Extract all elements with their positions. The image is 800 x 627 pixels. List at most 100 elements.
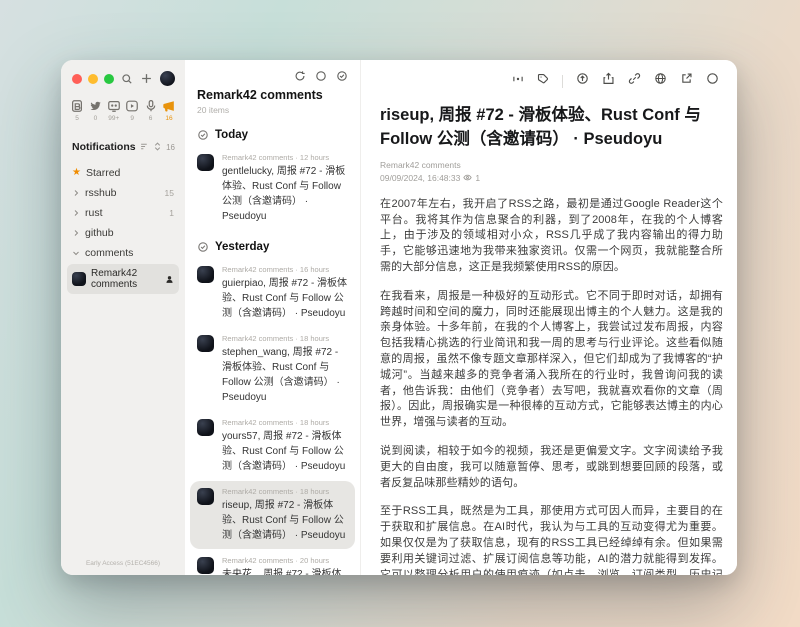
sidebar-folder-comments[interactable]: comments xyxy=(67,243,179,263)
minimize-window-button[interactable] xyxy=(88,74,98,84)
entry-list-item[interactable]: Remark42 comments · 16 hours guierpiao, … xyxy=(190,259,355,327)
mark-read-circle-icon[interactable] xyxy=(706,72,719,90)
entry-title: riseup, 周报 #72 - 滑板体验、Rust Conf 与 Follow… xyxy=(222,498,348,543)
add-subscription-icon[interactable] xyxy=(140,72,153,85)
tab-social[interactable]: 0 xyxy=(88,99,102,122)
article-meta: 09/09/2024, 16:48:33 1 xyxy=(380,173,723,184)
folder-label: rust xyxy=(85,207,103,219)
sidebar-folder-rsshub[interactable]: rsshub 15 xyxy=(67,183,179,203)
refresh-icon[interactable] xyxy=(294,69,306,87)
entry-feed-avatar xyxy=(197,419,214,436)
mark-all-read-icon[interactable] xyxy=(336,69,348,87)
entry-title: yours57, 周报 #72 - 滑板体验、Rust Conf 与 Follo… xyxy=(222,429,348,474)
sidebar-folder-rust[interactable]: rust 1 xyxy=(67,203,179,223)
entry-feed-avatar xyxy=(197,557,214,574)
tab-count: 0 xyxy=(94,115,98,122)
toolbar-divider xyxy=(562,75,563,88)
chevron-right-icon[interactable] xyxy=(72,229,80,237)
user-avatar[interactable] xyxy=(160,71,175,86)
unread-only-icon[interactable] xyxy=(315,69,327,87)
entry-title: guierpiao, 周报 #72 - 滑板体验、Rust Conf 与 Fol… xyxy=(222,276,348,321)
tab-audio[interactable]: 6 xyxy=(144,99,158,122)
close-window-button[interactable] xyxy=(72,74,82,84)
search-icon[interactable] xyxy=(121,73,133,85)
folder-label: comments xyxy=(85,247,133,259)
sidebar: 5 0 99+ 9 6 16 Notifi xyxy=(61,60,185,575)
tab-videos[interactable]: 9 xyxy=(125,99,139,122)
sort-icon[interactable] xyxy=(140,138,149,156)
window-titlebar xyxy=(61,60,185,86)
copy-link-icon[interactable] xyxy=(628,72,641,90)
tab-count: 5 xyxy=(75,115,79,122)
entry-list-column: Remark42 comments 20 items Today Remark4… xyxy=(185,60,361,575)
eye-icon xyxy=(463,173,472,184)
tab-count: 9 xyxy=(130,115,134,122)
entry-feed-avatar xyxy=(197,488,214,505)
focus-mode-icon[interactable] xyxy=(512,72,524,90)
article: riseup, 周报 #72 - 滑板体验、Rust Conf 与 Follow… xyxy=(361,90,737,575)
view-tabs: 5 0 99+ 9 6 16 xyxy=(61,86,185,122)
section-check-circle-icon[interactable] xyxy=(197,241,209,253)
entry-list-title: Remark42 comments xyxy=(197,88,348,102)
reader-pane: riseup, 周报 #72 - 滑板体验、Rust Conf 与 Follow… xyxy=(361,60,737,575)
article-paragraph: 至于RSS工具，既然是为工具，那使用方式可因人而异，主要目的在于获取和扩展信息。… xyxy=(380,504,723,575)
tab-notifications[interactable]: 16 xyxy=(162,99,176,122)
section-check-circle-icon[interactable] xyxy=(197,129,209,141)
entry-title: gentlelucky, 周报 #72 - 滑板体验、Rust Conf 与 F… xyxy=(222,164,348,224)
entry-list-item[interactable]: Remark42 comments · 12 hours gentlelucky… xyxy=(190,147,355,230)
sidebar-feed-remark42[interactable]: Remark42 comments xyxy=(67,264,179,294)
entry-list-item[interactable]: Remark42 comments · 18 hours riseup, 周报 … xyxy=(190,481,355,549)
article-paragraph: 说到阅读，相较于如今的视频，我还是更偏爱文字。文字阅读给予我更大的自由度，我可以… xyxy=(380,444,723,491)
article-date: 09/09/2024, 16:48:33 xyxy=(380,173,460,183)
reader-toolbar xyxy=(361,60,737,90)
unread-total: 16 xyxy=(166,143,175,152)
folder-count: 1 xyxy=(169,208,174,218)
feed-avatar xyxy=(72,272,86,286)
entry-meta: Remark42 comments · 18 hours xyxy=(222,334,348,343)
zoom-window-button[interactable] xyxy=(104,74,114,84)
entry-list-item[interactable]: Remark42 comments · 18 hours stephen_wan… xyxy=(190,328,355,411)
share-icon[interactable] xyxy=(602,72,615,90)
feed-label: Remark42 comments xyxy=(91,268,160,290)
chevron-right-icon[interactable] xyxy=(72,209,80,217)
entry-title: stephen_wang, 周报 #72 - 滑板体验、Rust Conf 与 … xyxy=(222,345,348,405)
feed-owner-icon xyxy=(165,275,174,284)
article-title: riseup, 周报 #72 - 滑板体验、Rust Conf 与 Follow… xyxy=(380,104,723,152)
tab-count: 99+ xyxy=(108,115,119,122)
entry-feed-avatar xyxy=(197,335,214,352)
chevron-down-icon[interactable] xyxy=(72,249,80,257)
chevron-right-icon[interactable] xyxy=(72,189,80,197)
app-window: 5 0 99+ 9 6 16 Notifi xyxy=(61,60,737,575)
tab-count: 6 xyxy=(149,115,153,122)
open-in-browser-icon[interactable] xyxy=(654,72,667,90)
sidebar-section-header: Notifications 16 xyxy=(61,122,185,163)
notifications-megaphone-icon xyxy=(162,99,176,113)
entry-meta: Remark42 comments · 18 hours xyxy=(222,487,348,496)
sidebar-folder-github[interactable]: github xyxy=(67,223,179,243)
entry-meta: Remark42 comments · 18 hours xyxy=(222,418,348,427)
sidebar-item-starred[interactable]: ★ Starred xyxy=(67,163,179,183)
article-paragraph: 在2007年左右，我开启了RSS之路，最初是通过Google Reader这个平… xyxy=(380,197,723,276)
open-external-icon[interactable] xyxy=(680,72,693,90)
section-label: Yesterday xyxy=(215,241,269,253)
article-source[interactable]: Remark42 comments xyxy=(380,160,723,170)
entry-list: Today Remark42 comments · 12 hours gentl… xyxy=(185,117,360,575)
audio-mic-icon xyxy=(144,99,158,113)
scroll-top-icon[interactable] xyxy=(576,72,589,90)
article-paragraph: 在我看来，周报是一种极好的互动形式。它不同于即时对话，却拥有跨越时间和空间的魔力… xyxy=(380,289,723,431)
entry-meta: Remark42 comments · 12 hours xyxy=(222,153,348,162)
tab-articles[interactable]: 5 xyxy=(70,99,84,122)
entry-meta: Remark42 comments · 20 hours xyxy=(222,556,348,565)
entry-list-count: 20 items xyxy=(197,105,348,115)
star-icon: ★ xyxy=(72,168,81,178)
collapse-all-icon[interactable] xyxy=(153,138,162,156)
entry-list-item[interactable]: Remark42 comments · 20 hours 未央花_, 周报 #7… xyxy=(190,550,355,575)
pictures-icon xyxy=(107,99,121,113)
sidebar-section-title: Notifications xyxy=(72,141,136,153)
entry-section-header: Yesterday xyxy=(185,231,360,258)
tag-icon[interactable] xyxy=(537,72,549,90)
entry-list-item[interactable]: Remark42 comments · 18 hours yours57, 周报… xyxy=(190,412,355,480)
entry-feed-avatar xyxy=(197,154,214,171)
tab-pictures[interactable]: 99+ xyxy=(107,99,121,122)
folder-label: github xyxy=(85,227,114,239)
